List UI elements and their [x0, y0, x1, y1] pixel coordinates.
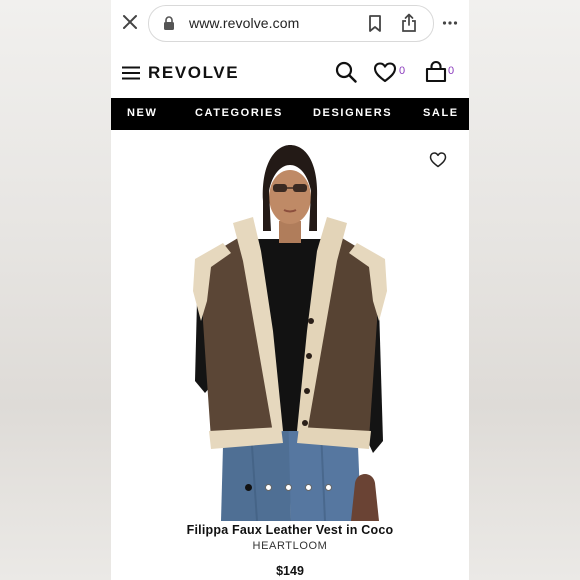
product-name[interactable]: Filippa Faux Leather Vest in Coco [111, 523, 469, 537]
carousel-dot[interactable] [245, 484, 252, 491]
menu-icon[interactable] [122, 66, 140, 80]
nav-item-sale[interactable]: SALE [423, 107, 459, 119]
carousel-dot[interactable] [285, 484, 292, 491]
nav-item-categories[interactable]: CATEGORIES [195, 107, 283, 119]
category-nav: NEW CATEGORIES DESIGNERS SALE [111, 98, 469, 130]
product-image[interactable] [111, 131, 469, 522]
more-icon[interactable] [442, 13, 458, 33]
product-brand[interactable]: HEARTLOOM [111, 540, 469, 552]
nav-item-designers[interactable]: DESIGNERS [313, 107, 392, 119]
address-bar[interactable]: www.revolve.com [148, 5, 434, 42]
lock-icon [164, 16, 174, 30]
url-text: www.revolve.com [189, 15, 300, 31]
carousel-dot[interactable] [265, 484, 272, 491]
bookmark-icon[interactable] [366, 14, 384, 33]
site-logo[interactable]: REVOLVE [148, 63, 239, 83]
browser-toolbar: www.revolve.com [111, 0, 469, 46]
heart-icon[interactable] [373, 61, 397, 83]
bag-count: 0 [448, 65, 455, 77]
site-header: REVOLVE 0 0 [111, 50, 469, 96]
share-icon[interactable] [400, 13, 418, 33]
model-photo [193, 145, 387, 522]
carousel-dot[interactable] [325, 484, 332, 491]
nav-item-new[interactable]: NEW [127, 107, 157, 119]
backdrop-right [469, 0, 580, 580]
backdrop-left [0, 0, 111, 580]
wishlist-count: 0 [399, 65, 406, 77]
carousel-dot[interactable] [305, 484, 312, 491]
search-icon[interactable] [335, 61, 357, 83]
product-price: $149 [276, 564, 304, 578]
bag-icon[interactable] [425, 60, 447, 83]
phone-screen: www.revolve.com REVOLVE 0 0 NEW CATEGORI… [111, 0, 469, 580]
favorite-heart-icon[interactable] [429, 151, 447, 168]
close-icon[interactable] [120, 12, 140, 32]
carousel-dots [245, 484, 337, 492]
